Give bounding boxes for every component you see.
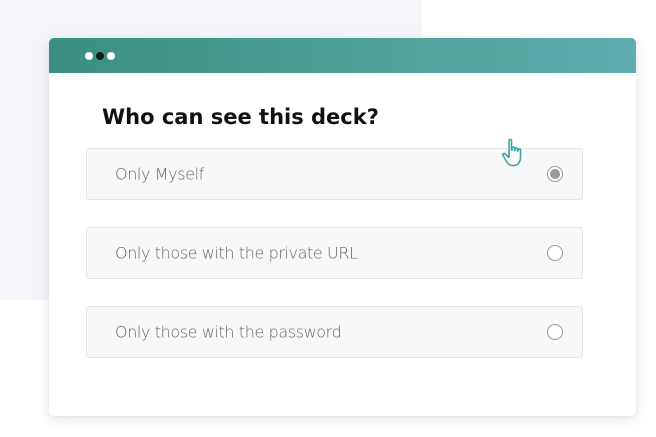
option-label: Only those with the password bbox=[115, 322, 342, 342]
radio-selected-icon[interactable] bbox=[547, 166, 563, 182]
window-titlebar bbox=[49, 38, 636, 73]
option-label: Only those with the private URL bbox=[115, 243, 358, 263]
window-dot-icon[interactable] bbox=[96, 52, 104, 60]
dialog-window: Who can see this deck? Only Myself Only … bbox=[49, 38, 636, 416]
window-dot-icon[interactable] bbox=[107, 52, 115, 60]
dialog-title: Who can see this deck? bbox=[102, 105, 379, 129]
option-password[interactable]: Only those with the password bbox=[86, 306, 583, 358]
option-only-myself[interactable]: Only Myself bbox=[86, 148, 583, 200]
option-private-url[interactable]: Only those with the private URL bbox=[86, 227, 583, 279]
option-label: Only Myself bbox=[115, 164, 204, 184]
window-controls bbox=[85, 52, 115, 60]
radio-icon[interactable] bbox=[547, 324, 563, 340]
radio-icon[interactable] bbox=[547, 245, 563, 261]
window-dot-icon[interactable] bbox=[85, 52, 93, 60]
